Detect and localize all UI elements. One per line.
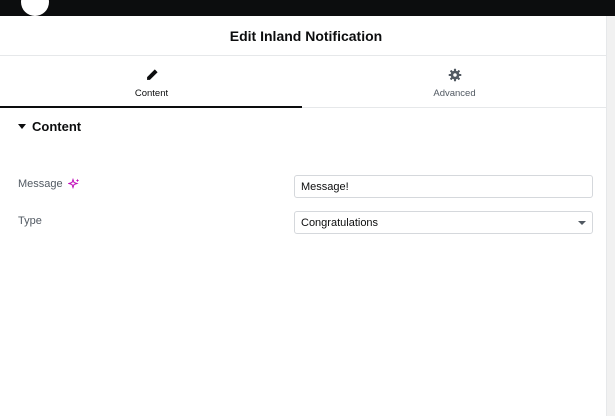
message-input-value: Message! <box>301 180 349 193</box>
gear-icon <box>448 68 461 82</box>
section-title: Content <box>32 119 82 134</box>
type-field-label: Type <box>18 215 42 227</box>
message-input[interactable]: Message! <box>294 175 593 198</box>
chevron-down-icon <box>578 221 586 225</box>
message-field-label: Message <box>18 178 80 190</box>
type-select-value: Congratulations <box>301 216 379 229</box>
panel-header: Edit Inland Notification <box>0 16 606 56</box>
section-toggle[interactable]: Content <box>18 119 81 134</box>
message-label-text: Message <box>18 178 63 190</box>
panel-resize-edge[interactable] <box>606 16 615 416</box>
tab-advanced-label: Advanced <box>433 88 476 99</box>
caret-down-icon <box>18 124 26 129</box>
type-select[interactable]: Congratulations <box>294 211 593 234</box>
panel-tabs: Content Advanced <box>0 56 606 108</box>
tab-advanced[interactable]: Advanced <box>303 56 606 107</box>
ai-sparkle-icon[interactable] <box>67 178 80 190</box>
tab-content-label: Content <box>134 88 169 99</box>
editor-topbar <box>0 0 615 16</box>
tab-content[interactable]: Content <box>0 56 303 108</box>
panel-title: Edit Inland Notification <box>229 27 383 44</box>
type-label-text: Type <box>18 215 42 227</box>
editor-panel: Edit Inland Notification Content Advance… <box>0 16 606 416</box>
elementor-logo[interactable] <box>21 0 49 16</box>
pencil-icon <box>146 69 158 80</box>
